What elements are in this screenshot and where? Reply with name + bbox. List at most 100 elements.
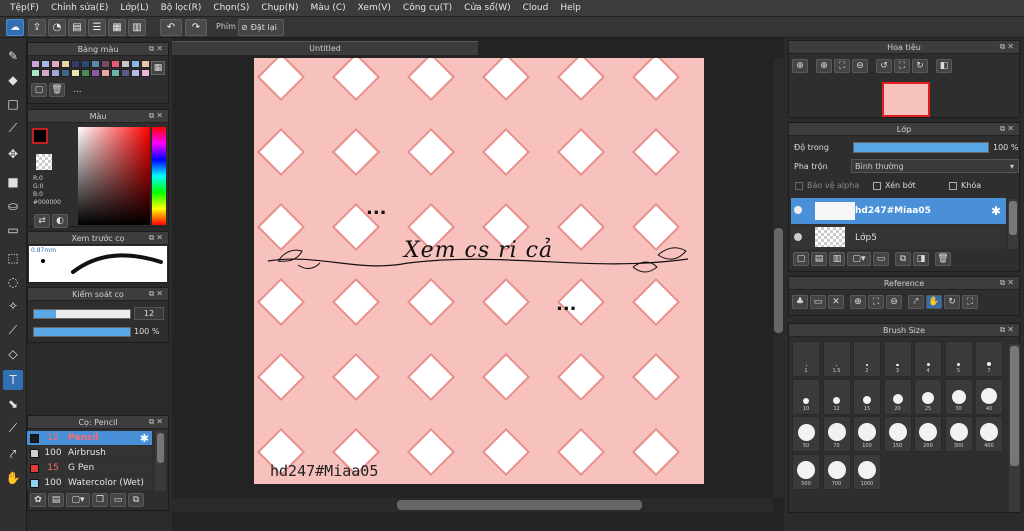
color-option-icon[interactable]: ◐ — [52, 214, 68, 228]
color-swatch[interactable] — [81, 60, 90, 68]
fullscreen-icon[interactable]: ⛶ — [962, 295, 978, 309]
color-swatch[interactable] — [61, 69, 70, 77]
brush-size-option[interactable]: 500 — [792, 453, 820, 490]
new-layer-3-icon[interactable]: ▥ — [829, 252, 845, 266]
panel-controls-icon[interactable]: ⧉✕ — [1000, 325, 1016, 335]
brush-item[interactable]: 15 G Pen — [27, 461, 152, 475]
tree-icon[interactable]: ♣ — [792, 295, 808, 309]
copy-brush-icon[interactable]: ❐ — [92, 493, 108, 507]
color-swatch[interactable] — [121, 60, 130, 68]
color-swatch[interactable] — [41, 69, 50, 77]
brush-size-option[interactable]: 10 — [792, 378, 820, 415]
color-swatch[interactable] — [51, 60, 60, 68]
smudge-tool-icon[interactable]: ⟋ — [3, 118, 23, 138]
zoom-out-icon[interactable]: ⊖ — [852, 59, 868, 73]
lasso-icon[interactable]: ◌ — [3, 272, 23, 292]
color-swatch[interactable] — [141, 69, 150, 77]
brush-list-scrollbar[interactable] — [155, 431, 166, 491]
open-folder-icon[interactable]: ▭ — [110, 493, 126, 507]
color-swatch[interactable] — [61, 60, 70, 68]
brush-size-option[interactable]: 20 — [883, 378, 912, 415]
color-swatch[interactable] — [131, 69, 140, 77]
trash-icon[interactable]: 🗑 — [935, 252, 951, 266]
trash-icon[interactable]: 🗑 — [49, 83, 65, 97]
panel-controls-icon[interactable]: ⧉✕ — [149, 233, 165, 243]
list-icon[interactable]: ☰ — [88, 19, 106, 36]
menu-item[interactable]: Chỉnh sửa(E) — [45, 3, 114, 13]
brush-size-option[interactable]: 1000 — [853, 453, 881, 490]
brush-size-option[interactable]: 40 — [975, 378, 1003, 415]
brush-size-option[interactable]: 4 — [914, 341, 942, 377]
layer-opacity-slider[interactable] — [853, 142, 989, 153]
zoom-in-icon[interactable]: ⊕ — [792, 59, 808, 73]
brush-size-option[interactable]: 1 — [792, 341, 820, 377]
eye-icon[interactable] — [794, 206, 802, 214]
panel-controls-icon[interactable]: ⧉✕ — [1000, 124, 1016, 134]
folder-icon[interactable]: ▭ — [873, 252, 889, 266]
brush-size-option[interactable]: 150 — [883, 416, 912, 452]
hand-tool-icon[interactable]: ✋ — [3, 468, 23, 488]
layer-row[interactable]: Lớp5 — [791, 225, 1006, 249]
duplicate-icon[interactable]: ⧉ — [128, 493, 144, 507]
clipping-checkbox[interactable]: Xén bớt — [873, 181, 916, 190]
canvas-horizontal-scrollbar[interactable] — [172, 498, 773, 512]
menu-item[interactable]: Cửa sổ(W) — [458, 3, 516, 13]
color-swatch[interactable] — [101, 60, 110, 68]
hue-slider[interactable] — [152, 127, 166, 225]
color-swatch[interactable] — [141, 60, 150, 68]
add-layer-menu-icon[interactable]: ▢▾ — [847, 252, 871, 266]
select-pen-icon[interactable]: ⟋ — [3, 320, 23, 340]
merge-icon[interactable]: ⧉ — [895, 252, 911, 266]
color-swatch[interactable] — [91, 60, 100, 68]
panel-controls-icon[interactable]: ⧉✕ — [1000, 42, 1016, 52]
saturation-value-picker[interactable] — [78, 127, 150, 225]
eye-icon[interactable] — [794, 233, 802, 241]
color-swatch[interactable] — [71, 69, 80, 77]
color-swatch[interactable] — [101, 69, 110, 77]
menu-item[interactable]: Chụp(N) — [255, 3, 304, 13]
panel-controls-icon[interactable]: ⧉✕ — [149, 111, 165, 121]
brush-size-option[interactable]: 400 — [975, 416, 1003, 452]
rotate-right-icon[interactable]: ↻ — [912, 59, 928, 73]
undo-icon[interactable]: ↶ — [160, 19, 182, 36]
layer-row[interactable]: hd247#Miaa05 ✱ — [791, 198, 1006, 224]
brush-settings-icon[interactable]: ✿ — [30, 493, 46, 507]
color-swatch[interactable] — [31, 60, 40, 68]
eyedropper-icon[interactable]: ⤤ — [908, 295, 924, 309]
brush-item[interactable]: 12 Pencil ✱ — [27, 431, 152, 445]
gradient-tool-icon[interactable]: ▭ — [3, 220, 23, 240]
redo-icon[interactable]: ↷ — [185, 19, 207, 36]
brush-item[interactable]: 100 Watercolor (Wet) — [27, 476, 152, 490]
panel-controls-icon[interactable]: ⧉✕ — [149, 44, 165, 54]
brush-size-option[interactable]: 70 — [822, 416, 851, 452]
rectangle-tool-icon[interactable]: □ — [3, 94, 23, 114]
brush-size-option[interactable]: 25 — [914, 378, 942, 415]
eyedropper-icon[interactable]: ⤤ — [3, 444, 23, 464]
hand-icon[interactable]: ✋ — [926, 295, 942, 309]
new-page-icon[interactable]: ▢ — [31, 83, 47, 97]
color-swatch[interactable] — [51, 69, 60, 77]
brush-size-option[interactable]: 15 — [853, 378, 881, 415]
blend-select[interactable]: Bình thường ▾ — [851, 159, 1019, 173]
select-rect-icon[interactable]: ⬚ — [3, 248, 23, 268]
menu-item[interactable]: Xem(V) — [352, 3, 397, 13]
gear-icon[interactable]: ✱ — [140, 432, 149, 445]
zoom-in-icon[interactable]: ⊕ — [850, 295, 866, 309]
alpha-protect-checkbox[interactable]: Bảo vệ alpha — [795, 181, 859, 190]
cloud-icon[interactable]: ☁ — [6, 19, 24, 36]
duplicate-layer-icon[interactable]: ◨ — [913, 252, 929, 266]
add-brush-icon[interactable]: ▢▾ — [66, 493, 90, 507]
new-layer-icon[interactable]: ▢ — [793, 252, 809, 266]
brush-size-option[interactable]: 12 — [822, 378, 851, 415]
brush-size-option[interactable]: 5 — [944, 341, 973, 377]
drawing-canvas[interactable]: Xem cs ri cả ... ... hd247#Miaa05 — [254, 58, 704, 484]
fill-rect-tool-icon[interactable]: ■ — [3, 172, 23, 192]
brush-size-scrollbar[interactable] — [1009, 344, 1020, 512]
open-icon[interactable]: ▭ — [810, 295, 826, 309]
palette-more[interactable]: ... — [73, 85, 82, 95]
flip-icon[interactable]: ◧ — [936, 59, 952, 73]
zoom-out-icon[interactable]: ⊖ — [886, 295, 902, 309]
fullscreen-icon[interactable]: ⛶ — [894, 59, 910, 73]
rotate-icon[interactable]: ↻ — [944, 295, 960, 309]
reset-button[interactable]: ⊘ Đặt lại — [238, 19, 284, 36]
